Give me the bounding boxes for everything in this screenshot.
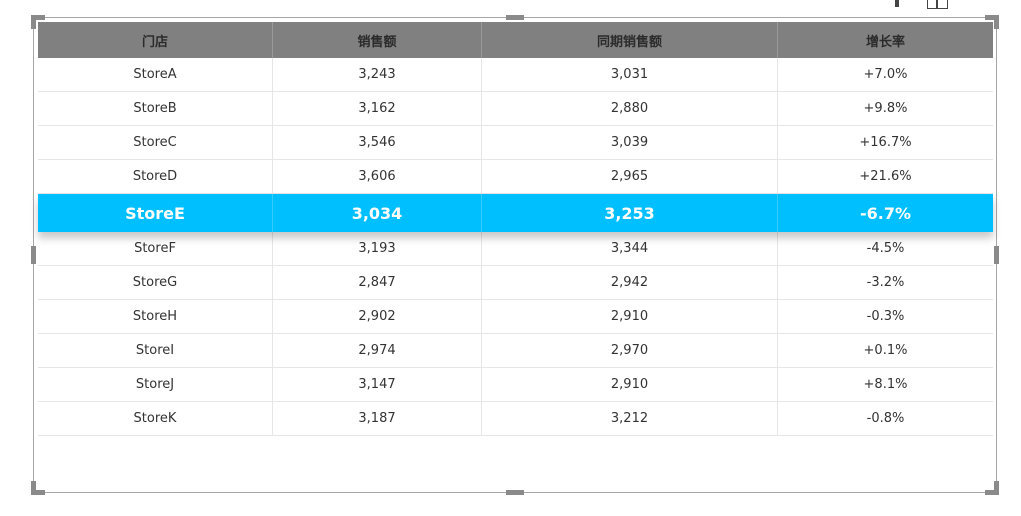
column-header-growth[interactable]: 增长率 bbox=[778, 22, 993, 58]
prior-sales-cell: 2,880 bbox=[482, 92, 778, 125]
store-cell: StoreD bbox=[38, 160, 273, 193]
resize-handle-right[interactable] bbox=[994, 246, 999, 264]
table-row[interactable]: StoreH 2,902 2,910 -0.3% bbox=[38, 300, 993, 334]
prior-sales-cell: 3,344 bbox=[482, 232, 778, 265]
table-row[interactable]: StoreG 2,847 2,942 -3.2% bbox=[38, 266, 993, 300]
growth-cell: +9.8% bbox=[863, 101, 908, 116]
prior-sales-cell: 3,039 bbox=[482, 126, 778, 159]
store-cell: StoreB bbox=[38, 92, 273, 125]
store-cell: StoreE bbox=[38, 194, 273, 232]
table-row[interactable]: StoreI 2,974 2,970 +0.1% bbox=[38, 334, 993, 368]
store-cell: StoreF bbox=[38, 232, 273, 265]
growth-cell: +16.7% bbox=[859, 135, 912, 150]
prior-sales-cell: 2,910 bbox=[482, 368, 778, 401]
sales-cell: 3,546 bbox=[273, 126, 482, 159]
prior-sales-cell: 2,970 bbox=[482, 334, 778, 367]
prior-sales-cell: 3,212 bbox=[482, 402, 778, 435]
sales-cell: 3,034 bbox=[273, 194, 482, 232]
store-sales-table: 门店 销售额 同期销售额 增长率 StoreA 3,243 3,031 +7.0… bbox=[38, 22, 993, 436]
pin-icon[interactable] bbox=[895, 0, 899, 7]
resize-handle-bottom-right[interactable] bbox=[994, 481, 999, 495]
focus-mode-icon[interactable] bbox=[927, 0, 948, 9]
resize-handle-top-left[interactable] bbox=[31, 15, 36, 29]
store-cell: StoreG bbox=[38, 266, 273, 299]
sales-cell: 3,162 bbox=[273, 92, 482, 125]
table-row[interactable]: StoreB 3,162 2,880 +9.8% bbox=[38, 92, 993, 126]
resize-handle-top[interactable] bbox=[506, 15, 524, 20]
sales-cell: 2,974 bbox=[273, 334, 482, 367]
store-cell: StoreA bbox=[38, 58, 273, 91]
growth-cell: -6.7% bbox=[859, 203, 911, 223]
column-header-sales[interactable]: 销售额 bbox=[273, 22, 482, 58]
sales-cell: 3,147 bbox=[273, 368, 482, 401]
table-row-highlighted[interactable]: StoreE 3,034 3,253 -6.7% bbox=[38, 194, 993, 232]
column-header-prior-sales[interactable]: 同期销售额 bbox=[482, 22, 778, 58]
resize-handle-bottom-left[interactable] bbox=[31, 481, 36, 495]
growth-cell: -3.2% bbox=[866, 275, 905, 290]
table-row[interactable]: StoreF 3,193 3,344 -4.5% bbox=[38, 232, 993, 266]
sales-cell: 2,902 bbox=[273, 300, 482, 333]
growth-cell: +0.1% bbox=[863, 343, 908, 358]
visual-header-toolbar bbox=[890, 0, 960, 9]
store-cell: StoreH bbox=[38, 300, 273, 333]
table-row[interactable]: StoreK 3,187 3,212 -0.8% bbox=[38, 402, 993, 436]
sales-cell: 2,847 bbox=[273, 266, 482, 299]
prior-sales-cell: 3,031 bbox=[482, 58, 778, 91]
resize-handle-bottom[interactable] bbox=[506, 490, 524, 495]
sales-cell: 3,243 bbox=[273, 58, 482, 91]
table-row[interactable]: StoreJ 3,147 2,910 +8.1% bbox=[38, 368, 993, 402]
table-row[interactable]: StoreC 3,546 3,039 +16.7% bbox=[38, 126, 993, 160]
table-row[interactable]: StoreA 3,243 3,031 +7.0% bbox=[38, 58, 993, 92]
sales-cell: 3,193 bbox=[273, 232, 482, 265]
prior-sales-cell: 2,942 bbox=[482, 266, 778, 299]
growth-cell: +7.0% bbox=[863, 67, 908, 82]
table-header-row: 门店 销售额 同期销售额 增长率 bbox=[38, 22, 993, 58]
prior-sales-cell: 2,910 bbox=[482, 300, 778, 333]
growth-cell: -0.3% bbox=[866, 309, 905, 324]
growth-cell: -4.5% bbox=[866, 241, 905, 256]
store-cell: StoreJ bbox=[38, 368, 273, 401]
report-canvas: 门店 销售额 同期销售额 增长率 StoreA 3,243 3,031 +7.0… bbox=[0, 0, 1021, 516]
resize-handle-left[interactable] bbox=[31, 246, 36, 264]
growth-cell: +21.6% bbox=[859, 169, 912, 184]
prior-sales-cell: 2,965 bbox=[482, 160, 778, 193]
prior-sales-cell: 3,253 bbox=[482, 194, 778, 232]
sales-cell: 3,187 bbox=[273, 402, 482, 435]
sales-cell: 3,606 bbox=[273, 160, 482, 193]
store-cell: StoreK bbox=[38, 402, 273, 435]
table-row[interactable]: StoreD 3,606 2,965 +21.6% bbox=[38, 160, 993, 194]
growth-cell: +8.1% bbox=[863, 377, 908, 392]
column-header-store[interactable]: 门店 bbox=[38, 22, 273, 58]
store-cell: StoreC bbox=[38, 126, 273, 159]
growth-cell: -0.8% bbox=[866, 411, 905, 426]
store-cell: StoreI bbox=[38, 334, 273, 367]
resize-handle-top-right[interactable] bbox=[994, 15, 999, 29]
